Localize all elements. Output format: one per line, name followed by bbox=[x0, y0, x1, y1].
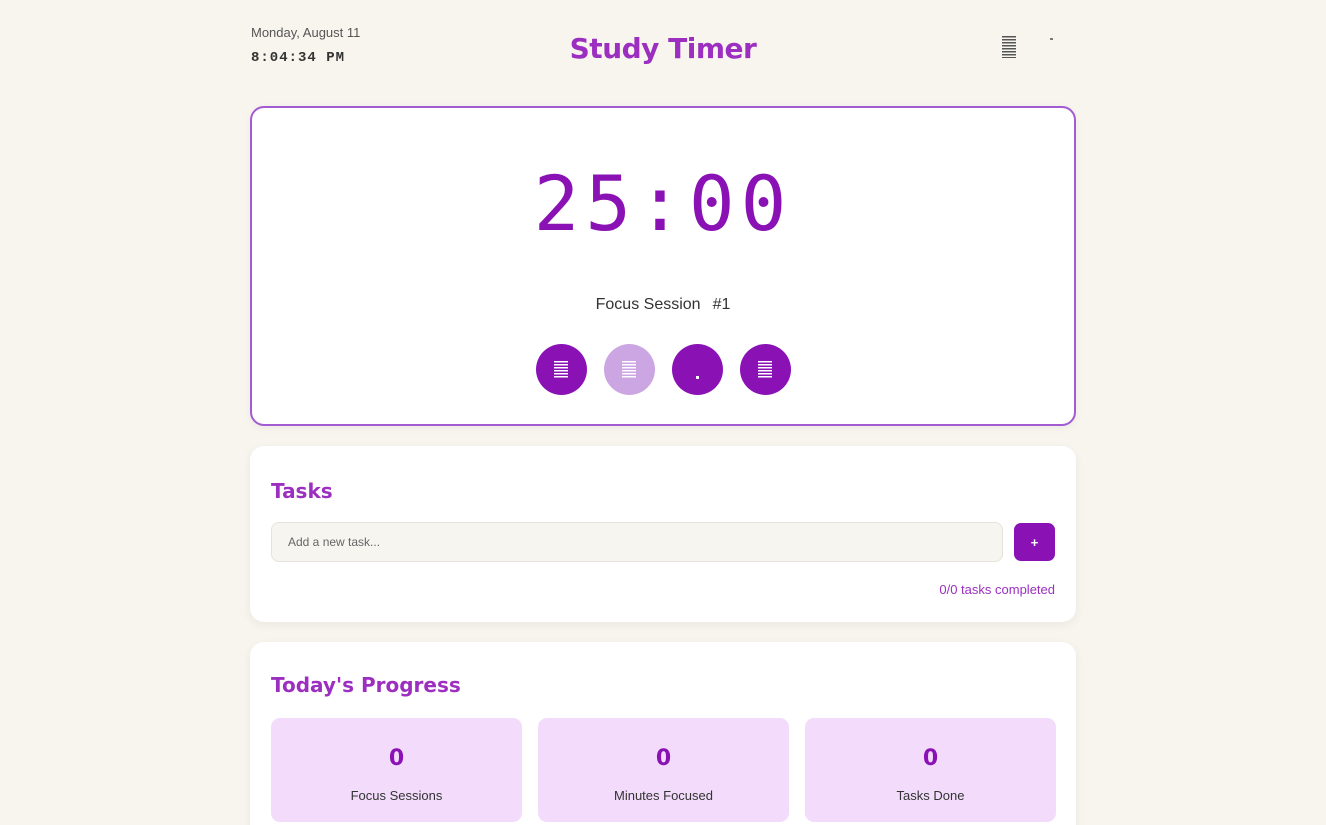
session-type: Focus Session bbox=[595, 296, 701, 313]
skip-icon bbox=[758, 360, 772, 379]
session-number: #1 bbox=[712, 296, 731, 313]
pause-button[interactable] bbox=[603, 344, 655, 395]
skip-button[interactable] bbox=[739, 344, 791, 395]
stat-value: 0 bbox=[922, 746, 939, 771]
reset-icon bbox=[695, 376, 699, 379]
stat-label: Focus Sessions bbox=[350, 788, 443, 803]
tasks-card: Tasks + 0/0 tasks completed bbox=[250, 446, 1076, 622]
session-label: Focus Session #1 bbox=[252, 296, 1074, 314]
app-container: Monday, August 11 8:04:34 PM Study Timer… bbox=[250, 0, 1076, 825]
timer-controls bbox=[252, 344, 1074, 395]
pause-icon bbox=[622, 360, 636, 379]
progress-title: Today's Progress bbox=[271, 673, 461, 697]
add-task-button[interactable]: + bbox=[1014, 523, 1055, 561]
stat-focus-sessions: 0 Focus Sessions bbox=[271, 718, 522, 822]
start-icon bbox=[554, 360, 568, 379]
tasks-completed-count: 0/0 tasks completed bbox=[939, 582, 1055, 597]
stats-grid: 0 Focus Sessions 0 Minutes Focused 0 Tas… bbox=[271, 718, 1056, 822]
theme-toggle-icon[interactable] bbox=[1050, 38, 1053, 40]
stat-label: Minutes Focused bbox=[614, 788, 713, 803]
timer-display: 25:00 bbox=[533, 159, 793, 248]
reset-button[interactable] bbox=[671, 344, 723, 395]
tasks-title: Tasks bbox=[271, 479, 333, 503]
menu-button[interactable] bbox=[1000, 34, 1018, 60]
stat-minutes-focused: 0 Minutes Focused bbox=[538, 718, 789, 822]
stat-value: 0 bbox=[388, 746, 405, 771]
new-task-input[interactable] bbox=[271, 522, 1003, 562]
progress-card: Today's Progress 0 Focus Sessions 0 Minu… bbox=[250, 642, 1076, 825]
stat-label: Tasks Done bbox=[896, 788, 965, 803]
stat-value: 0 bbox=[655, 746, 672, 771]
timer-card: 25:00 Focus Session #1 bbox=[250, 106, 1076, 426]
menu-icon bbox=[1002, 36, 1016, 58]
start-button[interactable] bbox=[535, 344, 587, 395]
stat-tasks-done: 0 Tasks Done bbox=[805, 718, 1056, 822]
header: Monday, August 11 8:04:34 PM Study Timer bbox=[250, 0, 1076, 106]
app-title: Study Timer bbox=[569, 32, 757, 65]
